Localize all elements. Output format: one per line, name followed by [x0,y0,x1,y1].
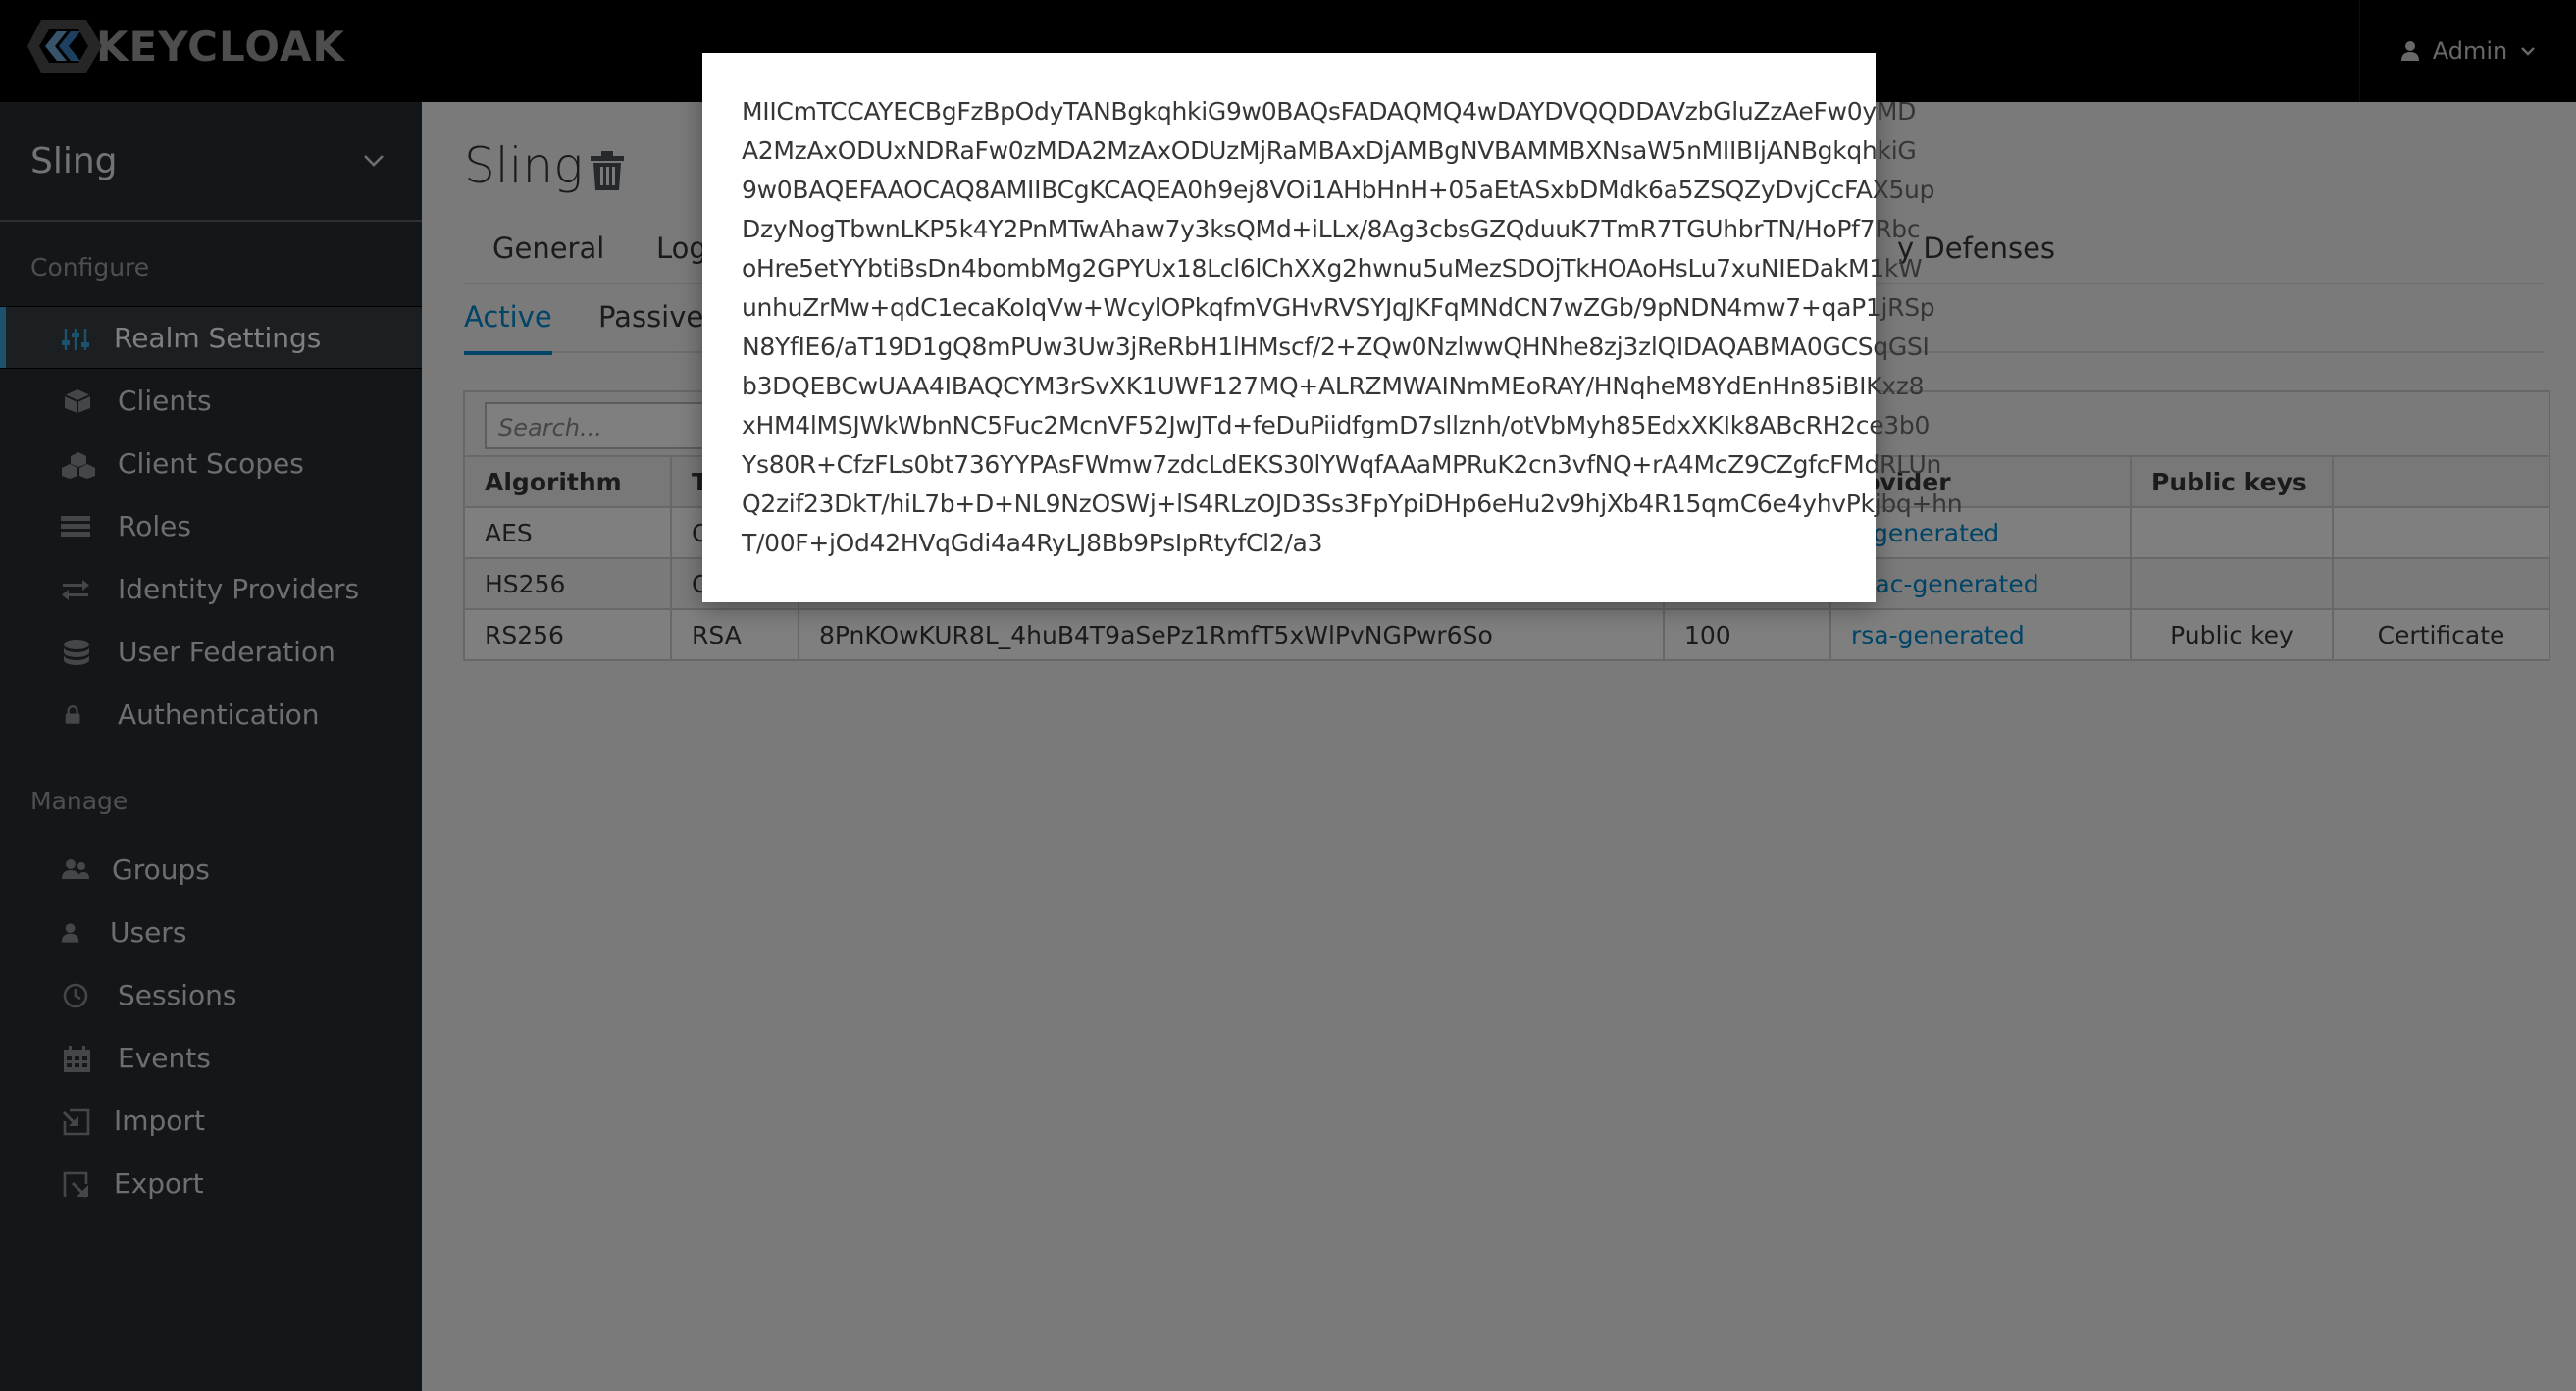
certificate-text-line: A2MzAxODUxNDRaFw0zMDA2MzAxODUzMjRaMBAxDj… [742,136,1917,165]
certificate-text-line: xHM4lMSJWkWbnNC5Fuc2McnVF52JwJTd+feDuPii… [742,411,1931,439]
certificate-text-line: Ys80R+CfzFLs0bt736YYPAsFWmw7zdcLdEKS30lY… [742,450,1942,479]
certificate-text-line: unhuZrMw+qdC1ecaKoIqVw+WcylOPkqfmVGHvRVS… [742,293,1935,322]
certificate-text-line: b3DQEBCwUAA4IBAQCYM3rSvXK1UWF127MQ+ALRZM… [742,372,1925,400]
certificate-text-line: MIICmTCCAYECBgFzBpOdyTANBgkqhkiG9w0BAQsF… [742,97,1917,126]
certificate-text-line: DzyNogTbwnLKP5k4Y2PnMTwAhaw7y3ksQMd+iLLx… [742,215,1921,243]
certificate-text-line: Q2zif23DkT/hiL7b+D+NL9NzOSWj+lS4RLzOJD3S… [742,489,1963,518]
certificate-text-line: oHre5etYYbtiBsDn4bombMg2GPYUx18Lcl6lChXX… [742,254,1923,283]
certificate-text-line: N8YfIE6/aT19D1gQ8mPUw3Uw3jReRbH1lHMscf/2… [742,333,1930,361]
certificate-modal: MIICmTCCAYECBgFzBpOdyTANBgkqhkiG9w0BAQsF… [702,53,1963,602]
certificate-text-line: 9w0BAQEFAAOCAQ8AMIIBCgKCAQEA0h9ej8VOi1AH… [742,176,1935,204]
certificate-text-line: T/00F+jOd42HVqGdi4a4RyLJ8Bb9PsIpRtyfCl2/… [742,529,1323,557]
